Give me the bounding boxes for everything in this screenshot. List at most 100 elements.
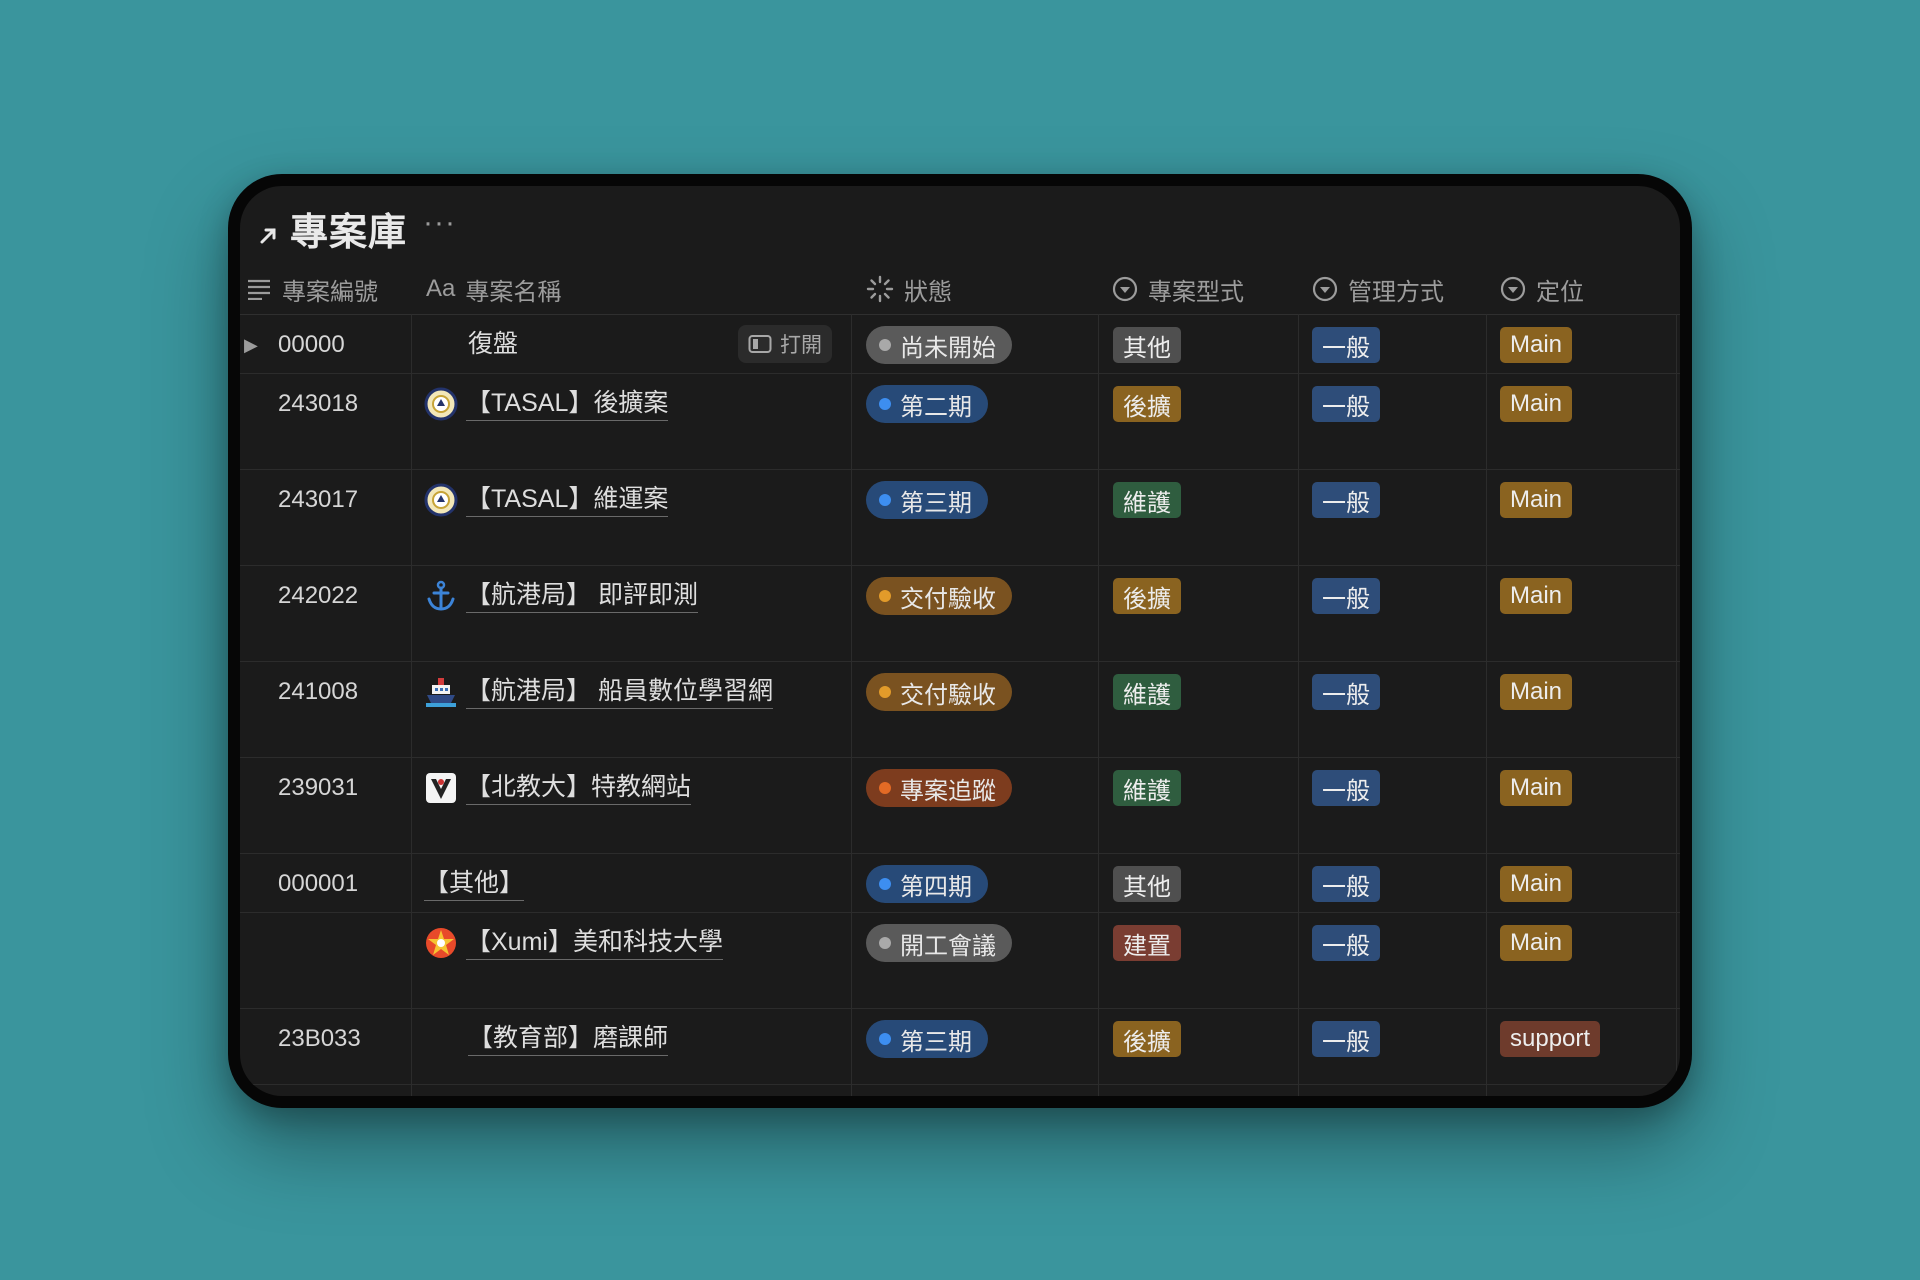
- column-header-number[interactable]: 專案編號: [246, 264, 378, 314]
- database-title[interactable]: 專案庫: [290, 201, 407, 256]
- project-name[interactable]: 【TASAL】維運案: [424, 480, 669, 520]
- type-cell[interactable]: 後擴: [1113, 384, 1181, 424]
- status-cell[interactable]: 第二期: [866, 384, 988, 424]
- table-row[interactable]: 242022 【航港局】 即評即測 交付驗收 後擴 一般 Main: [240, 566, 1680, 662]
- position-cell[interactable]: Main: [1500, 384, 1573, 424]
- table-row[interactable]: 241008 【航港局】 船員數位學習網 交付驗收 維護 一般 Main: [240, 662, 1680, 758]
- management-tag: 一般: [1312, 925, 1380, 961]
- open-page-button[interactable]: 打開: [738, 325, 832, 363]
- status-pill: 交付驗收: [866, 673, 1012, 711]
- position-cell[interactable]: Main: [1500, 576, 1573, 616]
- position-cell[interactable]: Main: [1500, 480, 1573, 520]
- project-name[interactable]: 【TASAL】後擴案: [424, 384, 669, 424]
- management-cell[interactable]: 一般: [1312, 325, 1380, 365]
- column-header-status[interactable]: 狀態: [866, 264, 952, 314]
- type-tag: 維護: [1113, 482, 1181, 518]
- column-header-type-label: 專案型式: [1148, 278, 1244, 306]
- type-tag: 後擴: [1113, 386, 1181, 422]
- management-cell[interactable]: 一般: [1312, 923, 1380, 963]
- more-options-button[interactable]: ···: [423, 206, 456, 240]
- status-cell[interactable]: 第四期: [866, 864, 988, 904]
- status-cell[interactable]: 尚未開始: [866, 325, 1012, 365]
- project-name-text: 【TASAL】後擴案: [466, 388, 669, 421]
- column-header-position[interactable]: 定位: [1500, 264, 1584, 314]
- ship-icon: [424, 675, 458, 709]
- expand-row-toggle-icon[interactable]: ▶: [244, 325, 258, 365]
- project-name-text: 【航港局】 船員數位學習網: [466, 676, 773, 709]
- table-row[interactable]: 243017 【TASAL】維運案 第三期 維護 一般 Main: [240, 470, 1680, 566]
- column-header-status-label: 狀態: [904, 278, 952, 306]
- project-name[interactable]: 【Xumi】美和科技大學: [424, 923, 723, 963]
- status-cell[interactable]: 交付驗收: [866, 576, 1012, 616]
- status-cell[interactable]: 開工會議: [866, 923, 1012, 963]
- type-cell[interactable]: 後擴: [1113, 1019, 1181, 1059]
- position-tag: Main: [1500, 866, 1573, 902]
- project-number: 241008: [278, 678, 359, 705]
- device-frame: 專案庫 ··· 專案編號 Aa 專案名稱 狀態 專案型式 管理方式 定位 ▶ 0…: [228, 174, 1692, 1108]
- status-dot-icon: [879, 590, 891, 602]
- status-cell[interactable]: 第三期: [866, 1019, 988, 1059]
- table-row[interactable]: 243018 【TASAL】後擴案 第二期 後擴 一般 Main: [240, 374, 1680, 470]
- management-cell[interactable]: 一般: [1312, 384, 1380, 424]
- table-row[interactable]: 23B033 【教育部】磨課師 第三期 後擴 一般 support: [240, 1009, 1680, 1085]
- status-loader-icon: [866, 275, 894, 303]
- project-name-text: 【TASAL】維運案: [466, 484, 669, 517]
- type-cell[interactable]: 維護: [1113, 480, 1181, 520]
- position-cell[interactable]: Main: [1500, 923, 1573, 963]
- project-number: 243017: [278, 486, 359, 513]
- management-cell[interactable]: 一般: [1312, 864, 1380, 904]
- position-cell[interactable]: support: [1500, 1019, 1601, 1059]
- type-cell[interactable]: 維護: [1113, 672, 1181, 712]
- type-cell[interactable]: 維護: [1113, 768, 1181, 808]
- table-row[interactable]: 【Xumi】美和科技大學 開工會議 建置 一般 Main: [240, 913, 1680, 1009]
- project-name[interactable]: 【教育部】磨課師: [468, 1019, 669, 1059]
- project-name-text: 復盤: [468, 330, 519, 358]
- position-cell[interactable]: Main: [1500, 864, 1573, 904]
- project-name[interactable]: 【北教大】特教網站: [424, 768, 692, 808]
- tasal-logo-icon: [424, 483, 458, 517]
- table-row[interactable]: 000001 【其他】 第四期 其他 一般 Main: [240, 854, 1680, 913]
- type-tag: 建置: [1113, 925, 1181, 961]
- management-tag: 一般: [1312, 386, 1380, 422]
- type-cell[interactable]: 其他: [1113, 325, 1181, 365]
- type-cell[interactable]: 建置: [1113, 923, 1181, 963]
- status-dot-icon: [879, 878, 891, 890]
- column-header-management[interactable]: 管理方式: [1312, 264, 1444, 314]
- management-cell[interactable]: 一般: [1312, 576, 1380, 616]
- management-cell[interactable]: 一般: [1312, 480, 1380, 520]
- type-cell[interactable]: 後擴: [1113, 576, 1181, 616]
- status-cell[interactable]: 專案追蹤: [866, 768, 1012, 808]
- status-dot-icon: [879, 686, 891, 698]
- meiho-logo-icon: [424, 926, 458, 960]
- position-cell[interactable]: Main: [1500, 325, 1573, 365]
- table-row[interactable]: 239031 【北教大】特教網站 專案追蹤 維護 一般 Main: [240, 758, 1680, 854]
- management-cell[interactable]: 一般: [1312, 672, 1380, 712]
- status-dot-icon: [879, 937, 891, 949]
- ntue-logo-icon: [424, 771, 458, 805]
- position-cell[interactable]: Main: [1500, 672, 1573, 712]
- column-header-position-label: 定位: [1536, 278, 1584, 306]
- table-header: 專案編號 Aa 專案名稱 狀態 專案型式 管理方式 定位: [240, 264, 1680, 315]
- status-cell[interactable]: 第三期: [866, 480, 988, 520]
- type-tag: 維護: [1113, 674, 1181, 710]
- status-pill: 尚未開始: [866, 326, 1012, 364]
- management-cell[interactable]: 一般: [1312, 1019, 1380, 1059]
- project-name[interactable]: 復盤: [468, 325, 518, 365]
- type-cell[interactable]: 其他: [1113, 864, 1181, 904]
- column-header-type[interactable]: 專案型式: [1112, 264, 1244, 314]
- title-property-icon: Aa: [426, 275, 456, 302]
- status-dot-icon: [879, 1033, 891, 1045]
- column-header-name[interactable]: Aa 專案名稱: [426, 264, 561, 314]
- project-name[interactable]: 【航港局】 船員數位學習網: [424, 672, 773, 712]
- project-name[interactable]: 【其他】: [424, 864, 525, 904]
- project-name-text: 【北教大】特教網站: [466, 772, 692, 805]
- table-row[interactable]: ▶ 00000 復盤 打開 尚未開始 其他 一般 Main: [240, 315, 1680, 374]
- project-name[interactable]: 【航港局】 即評即測: [424, 576, 698, 616]
- position-tag: Main: [1500, 327, 1573, 363]
- position-cell[interactable]: Main: [1500, 768, 1573, 808]
- status-dot-icon: [879, 339, 891, 351]
- status-cell[interactable]: 交付驗收: [866, 672, 1012, 712]
- management-tag: 一般: [1312, 770, 1380, 806]
- management-cell[interactable]: 一般: [1312, 768, 1380, 808]
- select-chevron-circle-icon: [1112, 276, 1138, 302]
